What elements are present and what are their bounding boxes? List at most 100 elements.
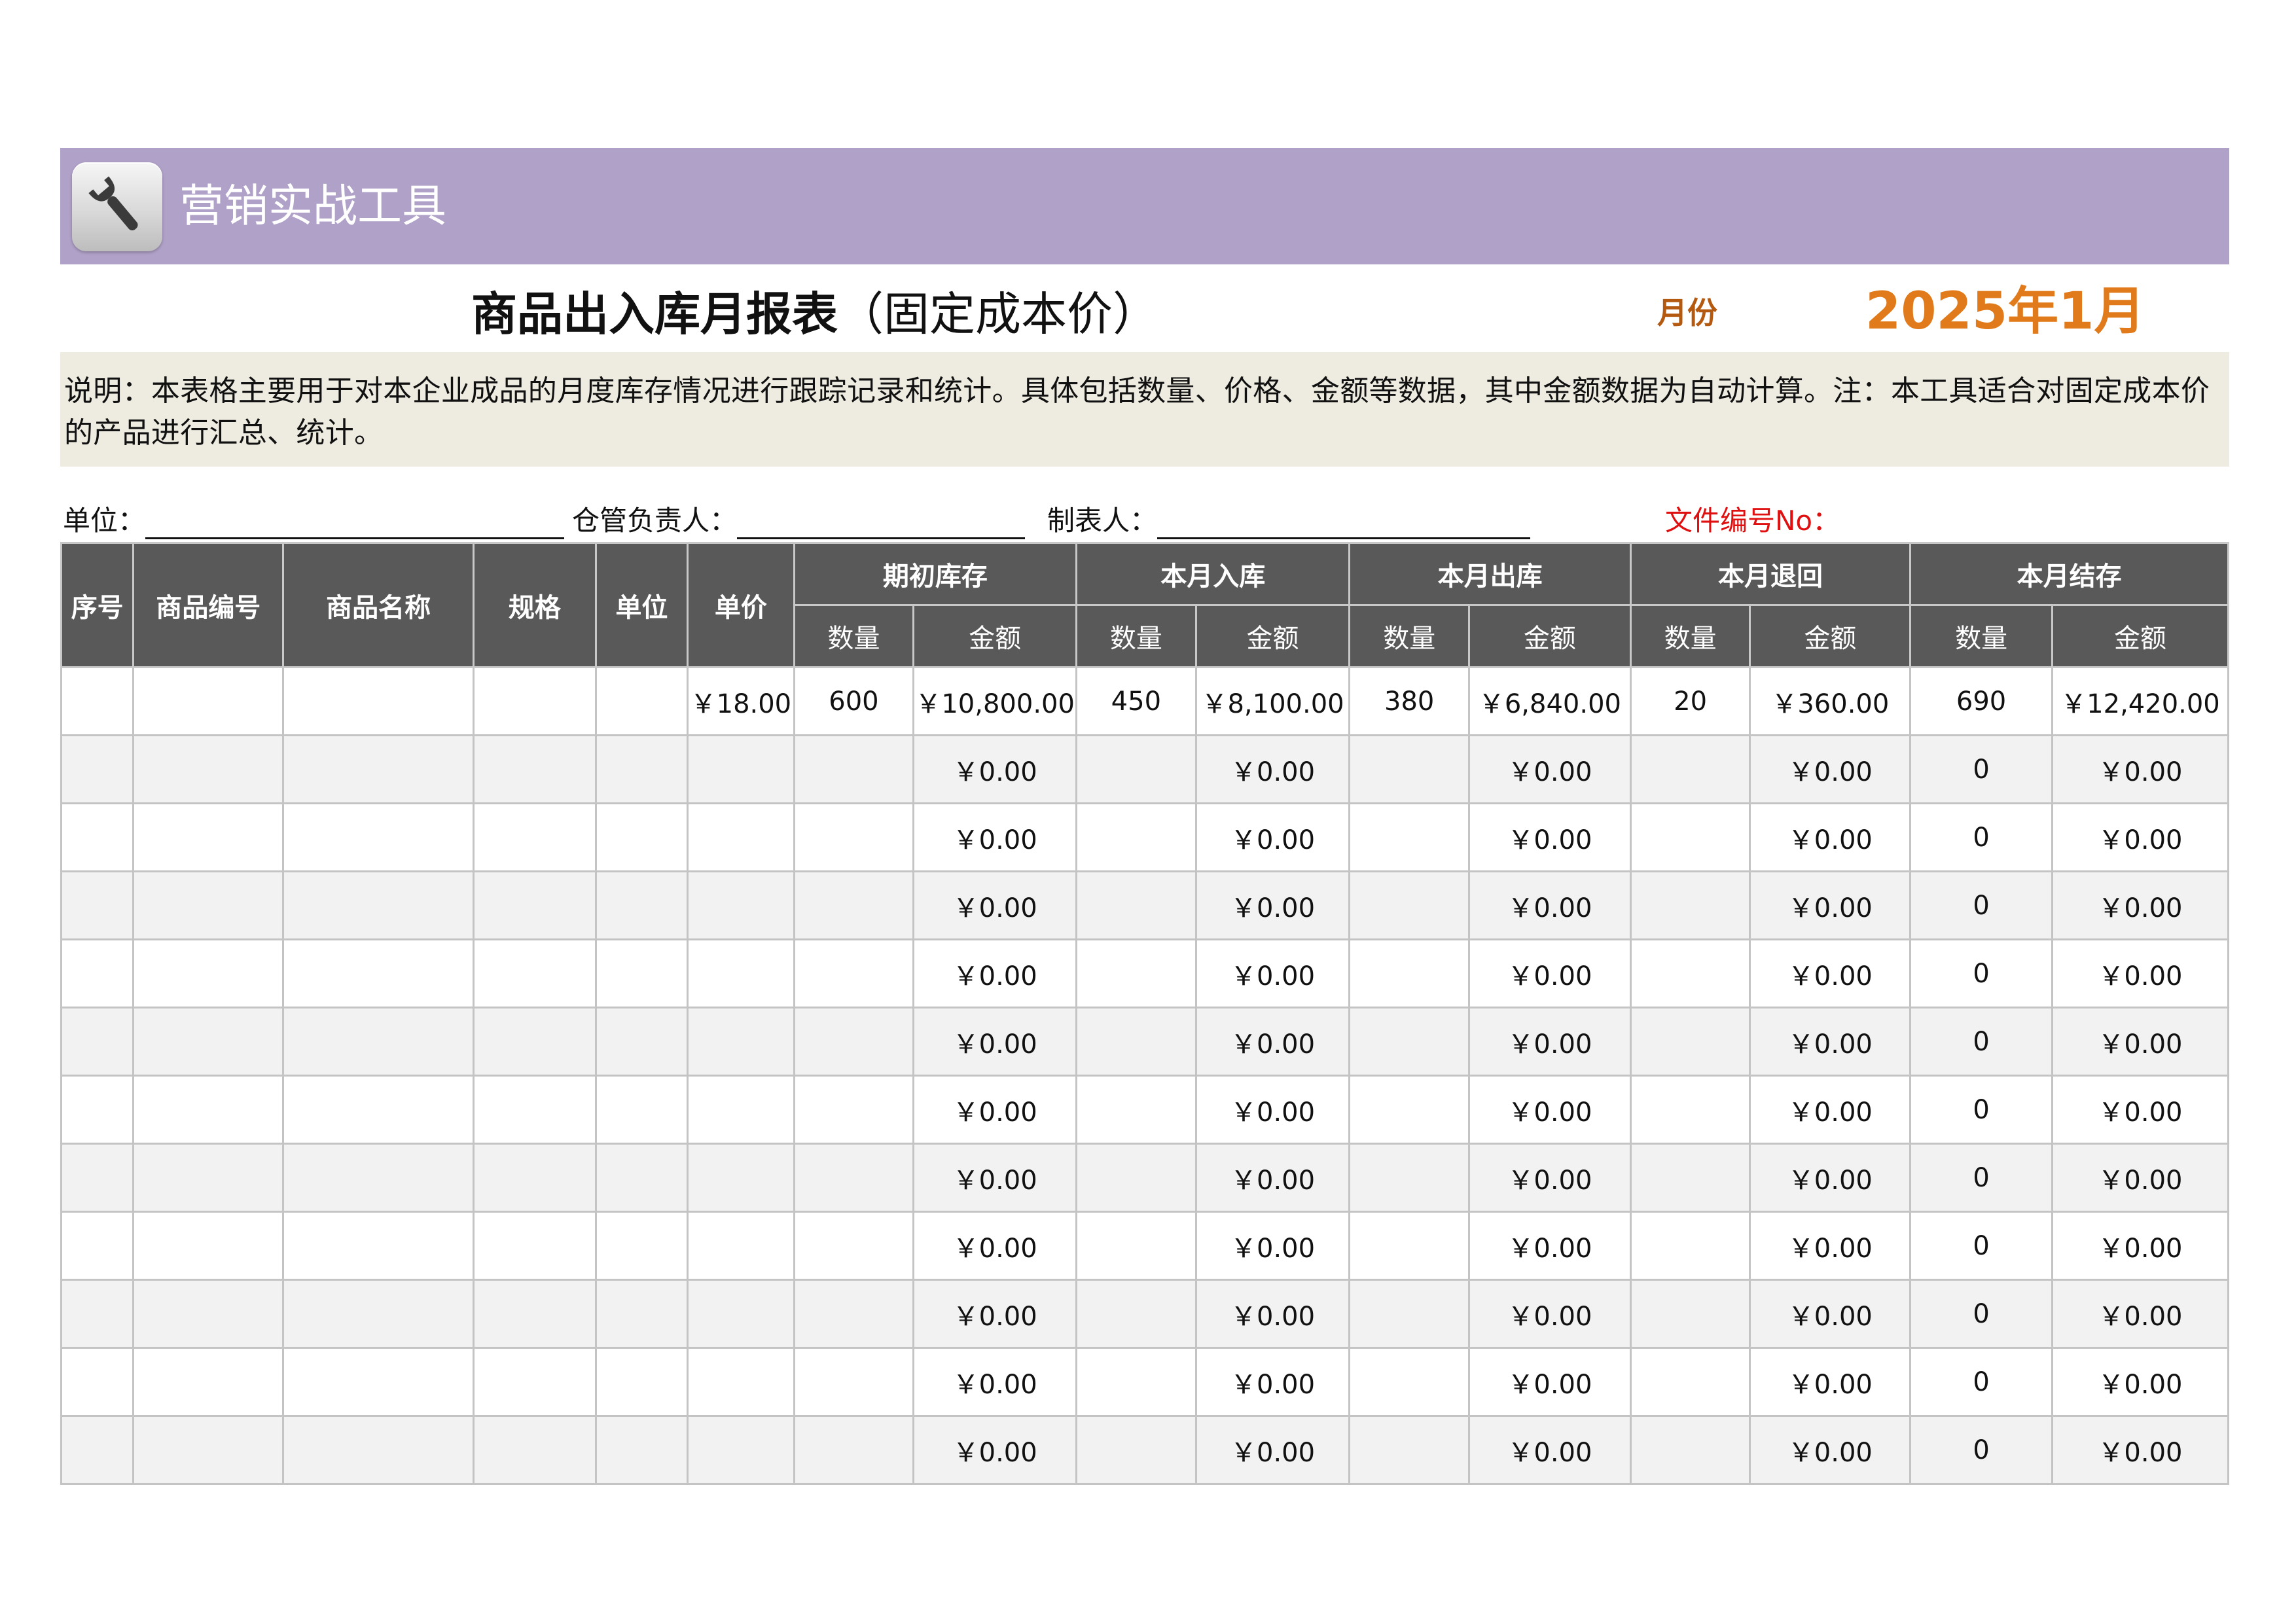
cell-close-qty[interactable]: 0 [1909,870,2053,940]
cell-code[interactable] [132,1347,285,1417]
cell-open-qty[interactable] [793,734,915,804]
cell-unit[interactable] [594,1143,689,1213]
unit-field[interactable]: 单位： [63,503,565,539]
cell-out-qty[interactable] [1348,1211,1471,1281]
cell-spec[interactable] [473,802,597,872]
cell-name[interactable] [282,802,475,872]
cell-close-qty[interactable]: 0 [1909,802,2053,872]
cell-open-qty[interactable] [793,1279,915,1349]
cell-open-qty[interactable]: 600 [793,666,915,736]
cell-ret-amount[interactable]: ￥0.00 [1749,938,1912,1008]
cell-open-amount[interactable]: ￥0.00 [912,1279,1078,1349]
cell-in-qty[interactable] [1075,802,1197,872]
cell-close-amount[interactable]: ￥0.00 [2051,1211,2230,1281]
cell-out-amount[interactable]: ￥0.00 [1468,802,1632,872]
cell-close-amount[interactable]: ￥0.00 [2051,938,2230,1008]
cell-ret-amount[interactable]: ￥0.00 [1749,1075,1912,1145]
cell-ret-qty[interactable] [1629,1347,1751,1417]
cell-in-qty[interactable] [1075,1415,1197,1485]
cell-in-qty[interactable] [1075,1211,1197,1281]
cell-price[interactable] [687,870,795,940]
cell-seq[interactable] [60,1279,135,1349]
cell-in-qty[interactable] [1075,938,1197,1008]
cell-name[interactable] [282,1415,475,1485]
cell-open-qty[interactable] [793,938,915,1008]
cell-price[interactable] [687,802,795,872]
cell-ret-qty[interactable] [1629,870,1751,940]
cell-in-qty[interactable] [1075,1143,1197,1213]
cell-ret-amount[interactable]: ￥0.00 [1749,802,1912,872]
cell-name[interactable] [282,666,475,736]
cell-open-amount[interactable]: ￥0.00 [912,1415,1078,1485]
cell-ret-qty[interactable]: 20 [1629,666,1751,736]
cell-in-amount[interactable]: ￥0.00 [1194,1075,1351,1145]
cell-code[interactable] [132,802,285,872]
cell-close-amount[interactable]: ￥0.00 [2051,802,2230,872]
cell-ret-qty[interactable] [1629,1415,1751,1485]
cell-ret-qty[interactable] [1629,802,1751,872]
cell-price[interactable] [687,1007,795,1077]
cell-ret-amount[interactable]: ￥0.00 [1749,1415,1912,1485]
cell-in-amount[interactable]: ￥0.00 [1194,734,1351,804]
cell-seq[interactable] [60,1211,135,1281]
cell-ret-qty[interactable] [1629,1075,1751,1145]
cell-ret-qty[interactable] [1629,1143,1751,1213]
cell-close-qty[interactable]: 0 [1909,938,2053,1008]
maker-field[interactable]: 制表人： [1047,503,1531,539]
cell-ret-amount[interactable]: ￥0.00 [1749,734,1912,804]
cell-unit[interactable] [594,1007,689,1077]
cell-in-amount[interactable]: ￥0.00 [1194,870,1351,940]
cell-price[interactable] [687,734,795,804]
cell-out-amount[interactable]: ￥0.00 [1468,1143,1632,1213]
cell-price[interactable] [687,1143,795,1213]
cell-close-amount[interactable]: ￥0.00 [2051,1415,2230,1485]
cell-spec[interactable] [473,1347,597,1417]
cell-price[interactable] [687,1075,795,1145]
cell-close-qty[interactable]: 0 [1909,1279,2053,1349]
cell-in-amount[interactable]: ￥0.00 [1194,1279,1351,1349]
cell-code[interactable] [132,1211,285,1281]
cell-open-qty[interactable] [793,1415,915,1485]
cell-out-qty[interactable] [1348,1075,1471,1145]
cell-ret-qty[interactable] [1629,938,1751,1008]
cell-in-amount[interactable]: ￥0.00 [1194,802,1351,872]
cell-close-qty[interactable]: 0 [1909,1143,2053,1213]
cell-close-qty[interactable]: 0 [1909,1347,2053,1417]
cell-spec[interactable] [473,1075,597,1145]
cell-price[interactable] [687,1211,795,1281]
cell-open-qty[interactable] [793,1347,915,1417]
cell-out-amount[interactable]: ￥0.00 [1468,1347,1632,1417]
cell-open-qty[interactable] [793,1007,915,1077]
cell-name[interactable] [282,1279,475,1349]
cell-open-amount[interactable]: ￥0.00 [912,870,1078,940]
cell-out-qty[interactable] [1348,1347,1471,1417]
cell-open-amount[interactable]: ￥0.00 [912,1007,1078,1077]
cell-in-amount[interactable]: ￥8,100.00 [1194,666,1351,736]
cell-out-amount[interactable]: ￥0.00 [1468,1075,1632,1145]
cell-seq[interactable] [60,870,135,940]
cell-code[interactable] [132,1075,285,1145]
cell-ret-amount[interactable]: ￥360.00 [1749,666,1912,736]
cell-price[interactable] [687,1347,795,1417]
cell-in-qty[interactable] [1075,870,1197,940]
cell-unit[interactable] [594,870,689,940]
cell-open-amount[interactable]: ￥0.00 [912,802,1078,872]
cell-name[interactable] [282,938,475,1008]
cell-spec[interactable] [473,666,597,736]
cell-out-amount[interactable]: ￥0.00 [1468,1211,1632,1281]
cell-close-qty[interactable]: 0 [1909,1075,2053,1145]
cell-in-amount[interactable]: ￥0.00 [1194,1007,1351,1077]
cell-spec[interactable] [473,1415,597,1485]
cell-in-qty[interactable] [1075,1279,1197,1349]
cell-out-amount[interactable]: ￥0.00 [1468,734,1632,804]
cell-code[interactable] [132,734,285,804]
cell-code[interactable] [132,870,285,940]
cell-code[interactable] [132,1143,285,1213]
cell-close-amount[interactable]: ￥0.00 [2051,1075,2230,1145]
cell-code[interactable] [132,1279,285,1349]
cell-code[interactable] [132,1415,285,1485]
cell-in-amount[interactable]: ￥0.00 [1194,1211,1351,1281]
cell-in-amount[interactable]: ￥0.00 [1194,1415,1351,1485]
cell-in-qty[interactable] [1075,1347,1197,1417]
cell-out-amount[interactable]: ￥6,840.00 [1468,666,1632,736]
